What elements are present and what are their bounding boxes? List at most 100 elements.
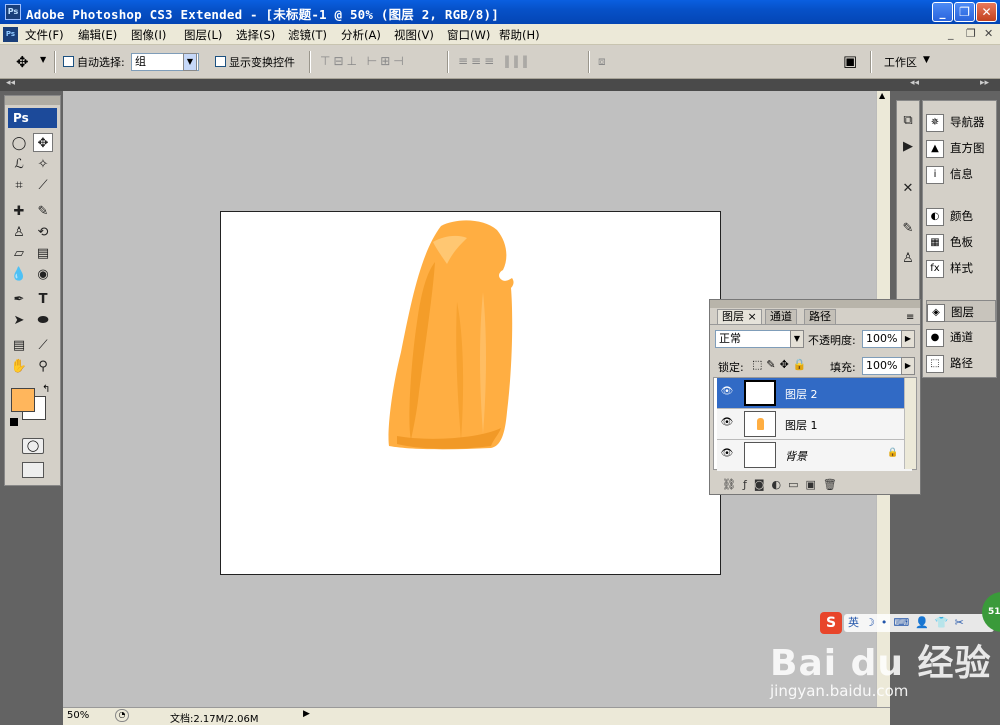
document-icon[interactable]: Ps bbox=[3, 27, 18, 42]
layer-row[interactable]: 👁 图层 2 bbox=[717, 378, 912, 409]
ime-toolbar-icons[interactable]: 英☽•⌨👤👕✂ bbox=[844, 614, 994, 632]
zoom-level[interactable]: 50% bbox=[67, 710, 89, 721]
tab-paths[interactable]: 路径 bbox=[804, 309, 836, 324]
menu-edit[interactable]: 编辑(E) bbox=[78, 27, 117, 43]
fill-arrow-icon[interactable]: ▶ bbox=[901, 357, 915, 375]
magic-wand-tool-icon[interactable]: ✧ bbox=[33, 155, 53, 174]
show-transform-checkbox[interactable] bbox=[215, 56, 226, 67]
fill-input[interactable]: 100% bbox=[862, 357, 902, 375]
workspace-dropdown-icon[interactable]: ▼ bbox=[923, 55, 930, 65]
tab-channels[interactable]: 通道 bbox=[765, 309, 797, 324]
layer-name[interactable]: 背景 bbox=[785, 448, 807, 464]
close-button[interactable]: ✕ bbox=[976, 2, 997, 22]
layer-name[interactable]: 图层 2 bbox=[785, 386, 818, 402]
eyedropper-tool-icon[interactable]: ⟋ bbox=[33, 336, 53, 355]
blur-tool-icon[interactable]: 💧 bbox=[9, 265, 29, 284]
opacity-arrow-icon[interactable]: ▶ bbox=[901, 330, 915, 348]
dodge-tool-icon[interactable]: ◉ bbox=[33, 265, 53, 284]
type-tool-icon[interactable]: T bbox=[33, 290, 53, 309]
crop-tool-icon[interactable]: ⌗ bbox=[9, 176, 29, 195]
tool-presets-icon[interactable]: ✕ bbox=[898, 179, 918, 198]
eraser-tool-icon[interactable]: ▱ bbox=[9, 244, 29, 263]
auto-align-icon[interactable]: ⧈ bbox=[598, 54, 606, 69]
auto-select-checkbox[interactable] bbox=[63, 56, 74, 67]
collapse-right-icon[interactable]: ◂◂ bbox=[910, 78, 919, 88]
history-brush-tool-icon[interactable]: ⟲ bbox=[33, 223, 53, 242]
menu-image[interactable]: 图像(I) bbox=[131, 27, 166, 43]
menu-analysis[interactable]: 分析(A) bbox=[341, 27, 381, 43]
gradient-tool-icon[interactable]: ▤ bbox=[33, 244, 53, 263]
chevron-down-icon[interactable]: ▼ bbox=[183, 53, 197, 71]
menu-window[interactable]: 窗口(W) bbox=[447, 27, 490, 43]
layers-scrollbar[interactable] bbox=[904, 378, 916, 469]
layer-row[interactable]: 👁 背景 🔒 bbox=[717, 440, 912, 471]
status-menu-icon[interactable]: ▶ bbox=[303, 709, 310, 719]
slice-tool-icon[interactable]: ⟋ bbox=[33, 176, 53, 195]
menu-view[interactable]: 视图(V) bbox=[394, 27, 434, 43]
lock-options-icon[interactable]: ⬚✎✥🔒 bbox=[752, 358, 811, 371]
lasso-tool-icon[interactable]: ℒ bbox=[9, 155, 29, 174]
distribute-buttons-icon[interactable]: ≡≡≡ ‖‖‖ bbox=[458, 54, 531, 68]
default-colors-icon[interactable] bbox=[10, 418, 18, 426]
screen-mode-icon[interactable] bbox=[22, 462, 44, 478]
layer-name[interactable]: 图层 1 bbox=[785, 417, 818, 433]
panel-color[interactable]: ◐ 颜色 bbox=[926, 205, 996, 227]
menu-help[interactable]: 帮助(H) bbox=[499, 27, 540, 43]
restore-button[interactable]: ❐ bbox=[954, 2, 975, 22]
notes-tool-icon[interactable]: ▤ bbox=[9, 336, 29, 355]
collapse-left-icon[interactable]: ◂◂ bbox=[6, 78, 15, 88]
align-buttons-icon[interactable]: ⊤⊟⊥ ⊢⊞⊣ bbox=[320, 54, 407, 68]
brush-tool-icon[interactable]: ✎ bbox=[33, 202, 53, 221]
doc-minimize-button[interactable]: _ bbox=[948, 27, 954, 40]
quick-mask-icon[interactable]: ◯ bbox=[22, 438, 44, 454]
scroll-up-icon[interactable]: ▲ bbox=[879, 91, 885, 100]
minimize-button[interactable]: _ bbox=[932, 2, 953, 22]
pen-tool-icon[interactable]: ✒ bbox=[9, 290, 29, 309]
visibility-eye-icon[interactable]: 👁 bbox=[720, 386, 734, 400]
panel-info[interactable]: i 信息 bbox=[926, 163, 996, 185]
move-tool-icon[interactable]: ✥ bbox=[16, 53, 29, 71]
layers-panel-grip[interactable] bbox=[710, 300, 920, 308]
panel-navigator[interactable]: ✵ 导航器 bbox=[926, 111, 996, 133]
workspace-menu[interactable]: 工作区 bbox=[884, 54, 917, 70]
panel-layers[interactable]: ◈ 图层 bbox=[926, 300, 996, 322]
clone-source-icon[interactable]: ♙ bbox=[898, 249, 918, 268]
document-canvas[interactable] bbox=[220, 211, 721, 575]
blend-mode-chevron-icon[interactable]: ▼ bbox=[790, 330, 804, 348]
visibility-eye-icon[interactable]: 👁 bbox=[720, 417, 734, 431]
bridge-icon[interactable]: ▣ bbox=[843, 52, 857, 70]
panel-styles[interactable]: fx 样式 bbox=[926, 257, 996, 279]
swap-colors-icon[interactable]: ↰ bbox=[42, 384, 50, 395]
tab-layers[interactable]: 图层 × bbox=[717, 309, 762, 324]
toolbox-grip[interactable] bbox=[5, 96, 60, 105]
zoom-tool-icon[interactable]: ⚲ bbox=[33, 357, 53, 376]
menu-file[interactable]: 文件(F) bbox=[25, 27, 64, 43]
menu-select[interactable]: 选择(S) bbox=[236, 27, 275, 43]
layer-actions-icons[interactable]: ⛓ƒ◙◐▭▣🗑 bbox=[722, 478, 844, 491]
status-icon[interactable]: ◔ bbox=[115, 709, 129, 722]
menu-filter[interactable]: 滤镜(T) bbox=[288, 27, 327, 43]
panel-menu-icon[interactable]: ≡ bbox=[906, 312, 914, 323]
doc-close-button[interactable]: ✕ bbox=[984, 27, 993, 40]
brushes-panel-icon[interactable]: ✎ bbox=[898, 219, 918, 238]
move-tool-icon[interactable]: ✥ bbox=[33, 133, 53, 152]
history-panel-icon[interactable]: ⧉ bbox=[898, 111, 918, 130]
expand-right-icon[interactable]: ▸▸ bbox=[980, 78, 989, 88]
panel-channels[interactable]: ● 通道 bbox=[926, 326, 996, 348]
menu-layer[interactable]: 图层(L) bbox=[184, 27, 222, 43]
marquee-tool-icon[interactable]: ◯ bbox=[9, 134, 29, 153]
panel-swatches[interactable]: ▦ 色板 bbox=[926, 231, 996, 253]
healing-brush-tool-icon[interactable]: ✚ bbox=[9, 202, 29, 221]
panel-histogram[interactable]: ▲ 直方图 bbox=[926, 137, 996, 159]
layer-row[interactable]: 👁 图层 1 bbox=[717, 409, 912, 440]
clone-stamp-tool-icon[interactable]: ♙ bbox=[9, 223, 29, 242]
doc-restore-button[interactable]: ❐ bbox=[966, 27, 976, 40]
foreground-color-swatch[interactable] bbox=[11, 388, 35, 412]
tool-preset-dropdown-icon[interactable]: ▼ bbox=[40, 55, 46, 64]
path-selection-tool-icon[interactable]: ➤ bbox=[9, 311, 29, 330]
shape-tool-icon[interactable]: ⬬ bbox=[33, 311, 53, 330]
opacity-input[interactable]: 100% bbox=[862, 330, 902, 348]
hand-tool-icon[interactable]: ✋ bbox=[9, 357, 29, 376]
actions-panel-icon[interactable]: ▶ bbox=[898, 137, 918, 156]
visibility-eye-icon[interactable]: 👁 bbox=[720, 448, 734, 462]
